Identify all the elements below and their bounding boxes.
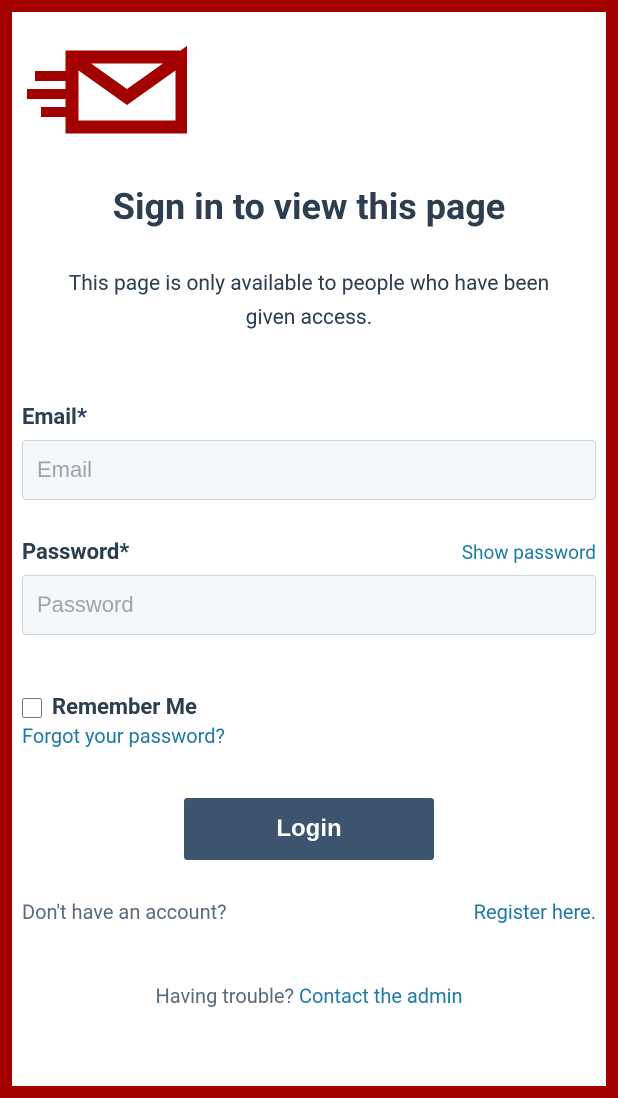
remember-me-label: Remember Me [52, 695, 197, 720]
login-button[interactable]: Login [184, 798, 434, 860]
register-link[interactable]: Register here. [474, 900, 596, 924]
forgot-password-link[interactable]: Forgot your password? [22, 724, 225, 748]
remember-me-checkbox[interactable] [22, 698, 42, 718]
contact-admin-link[interactable]: Contact the admin [299, 984, 463, 1008]
page-frame: Sign in to view this page This page is o… [0, 0, 618, 1098]
page-title: Sign in to view this page [22, 186, 596, 228]
show-password-toggle[interactable]: Show password [462, 541, 596, 564]
logo [27, 42, 596, 146]
password-label: Password* [22, 540, 129, 565]
login-form: Email* Password* Show password Remember … [22, 405, 596, 1008]
password-field[interactable] [22, 575, 596, 635]
trouble-row: Having trouble? Contact the admin [22, 984, 596, 1008]
page-subtext: This page is only available to people wh… [42, 268, 576, 335]
register-question: Don't have an account? [22, 900, 227, 924]
email-label: Email* [22, 405, 596, 430]
email-field[interactable] [22, 440, 596, 500]
trouble-question: Having trouble? [155, 984, 298, 1008]
